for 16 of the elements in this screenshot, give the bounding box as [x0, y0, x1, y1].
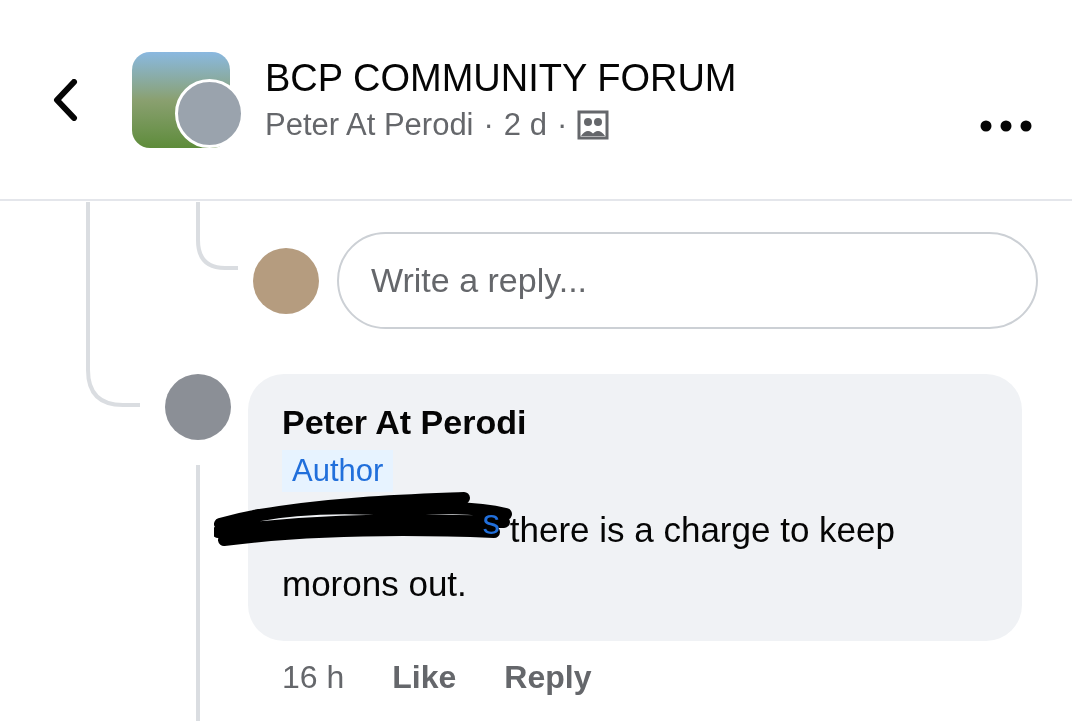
group-icon	[577, 109, 610, 140]
author-name[interactable]: Peter At Perodi	[265, 103, 474, 146]
reply-input-field[interactable]: Write a reply...	[337, 232, 1038, 329]
back-icon[interactable]	[52, 78, 78, 121]
group-title[interactable]: BCP COMMUNITY FORUM	[265, 53, 737, 102]
mention-link[interactable]: s	[482, 502, 500, 542]
post-time: 2 d	[503, 105, 547, 144]
author-badge: Author	[282, 450, 394, 492]
like-button[interactable]: Like	[392, 657, 457, 697]
more-options-icon[interactable]	[980, 120, 1032, 132]
commenter-name[interactable]: Peter At Perodi	[282, 400, 1002, 444]
comment-text: s there is a charge to keep morons out.	[282, 502, 1002, 611]
reply-button[interactable]: Reply	[504, 657, 592, 697]
comment-time: 16 h	[282, 658, 345, 697]
separator-dot: ·	[556, 105, 568, 144]
separator-dot: ·	[483, 105, 494, 144]
